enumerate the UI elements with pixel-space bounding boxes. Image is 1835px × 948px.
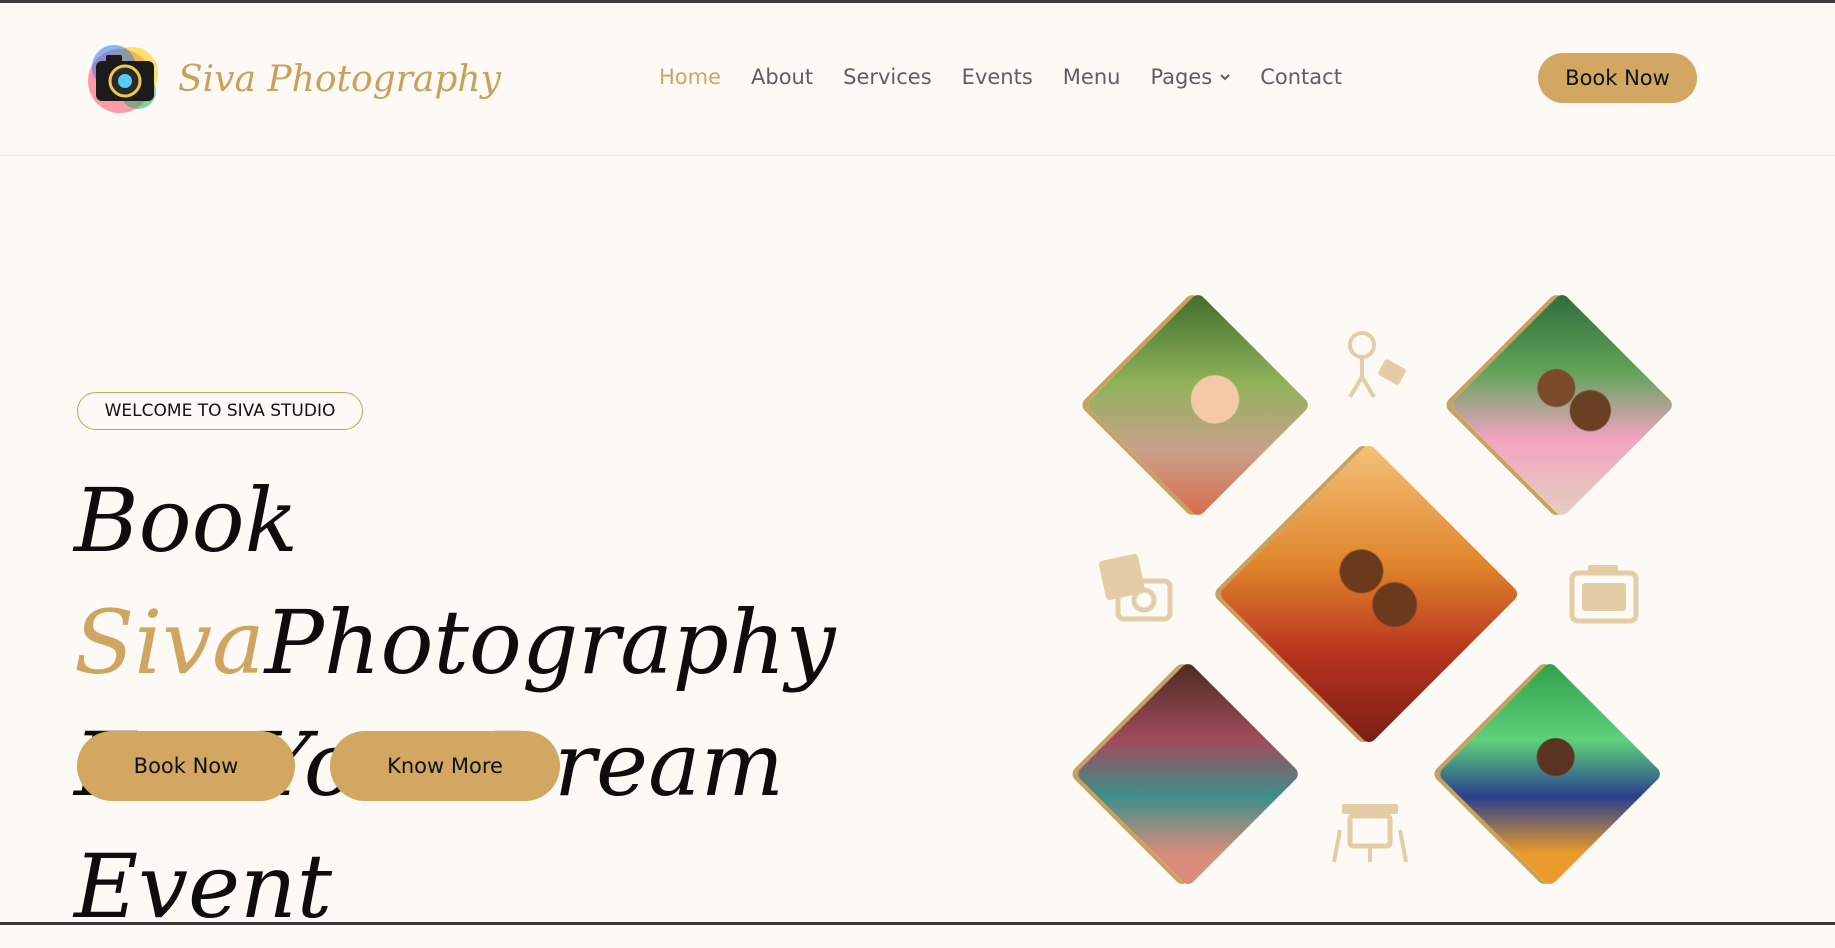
girl-portrait-photo (1084, 291, 1312, 519)
nav-menu[interactable]: Menu (1063, 65, 1121, 89)
title-post: Photography (264, 591, 836, 694)
hero-title: Book SivaPhotography For Your Dream Even… (74, 460, 974, 948)
nav-pages-label: Pages (1150, 65, 1213, 89)
nav-services[interactable]: Services (843, 65, 932, 89)
nav-pages[interactable]: Pages (1150, 65, 1230, 89)
hero-book-now-button[interactable]: Book Now (77, 731, 295, 801)
brand-name: Siva Photography (178, 58, 501, 100)
nav-contact[interactable]: Contact (1260, 65, 1342, 89)
photo-camera-icon (1099, 554, 1173, 622)
couple-garland-photo (1436, 660, 1664, 888)
chevron-down-icon (1220, 74, 1230, 81)
group-celebration-photo (1074, 660, 1302, 888)
couple-portrait-photo (1448, 291, 1676, 519)
film-camera-icon (1569, 565, 1639, 624)
title-accent: Siva (74, 591, 265, 694)
header-book-now-button[interactable]: Book Now (1538, 53, 1697, 103)
nav-events[interactable]: Events (962, 65, 1033, 89)
nav-home[interactable]: Home (659, 65, 721, 89)
hero-title-line1: Book SivaPhotography (74, 460, 974, 704)
projector-icon (1332, 804, 1408, 863)
hero-know-more-button[interactable]: Know More (330, 731, 560, 801)
title-pre: Book (74, 469, 298, 572)
camera-logo-icon (88, 45, 158, 113)
nav-about[interactable]: About (751, 65, 813, 89)
wedding-couple-photo (1217, 442, 1521, 746)
studio-light-icon (1348, 331, 1406, 399)
site-header: Siva Photography Home About Services Eve… (0, 3, 1835, 156)
welcome-badge: WELCOME TO SIVA STUDIO (77, 392, 363, 430)
main-nav: Home About Services Events Menu Pages Co… (659, 65, 1372, 89)
brand-logo[interactable]: Siva Photography (80, 33, 501, 125)
